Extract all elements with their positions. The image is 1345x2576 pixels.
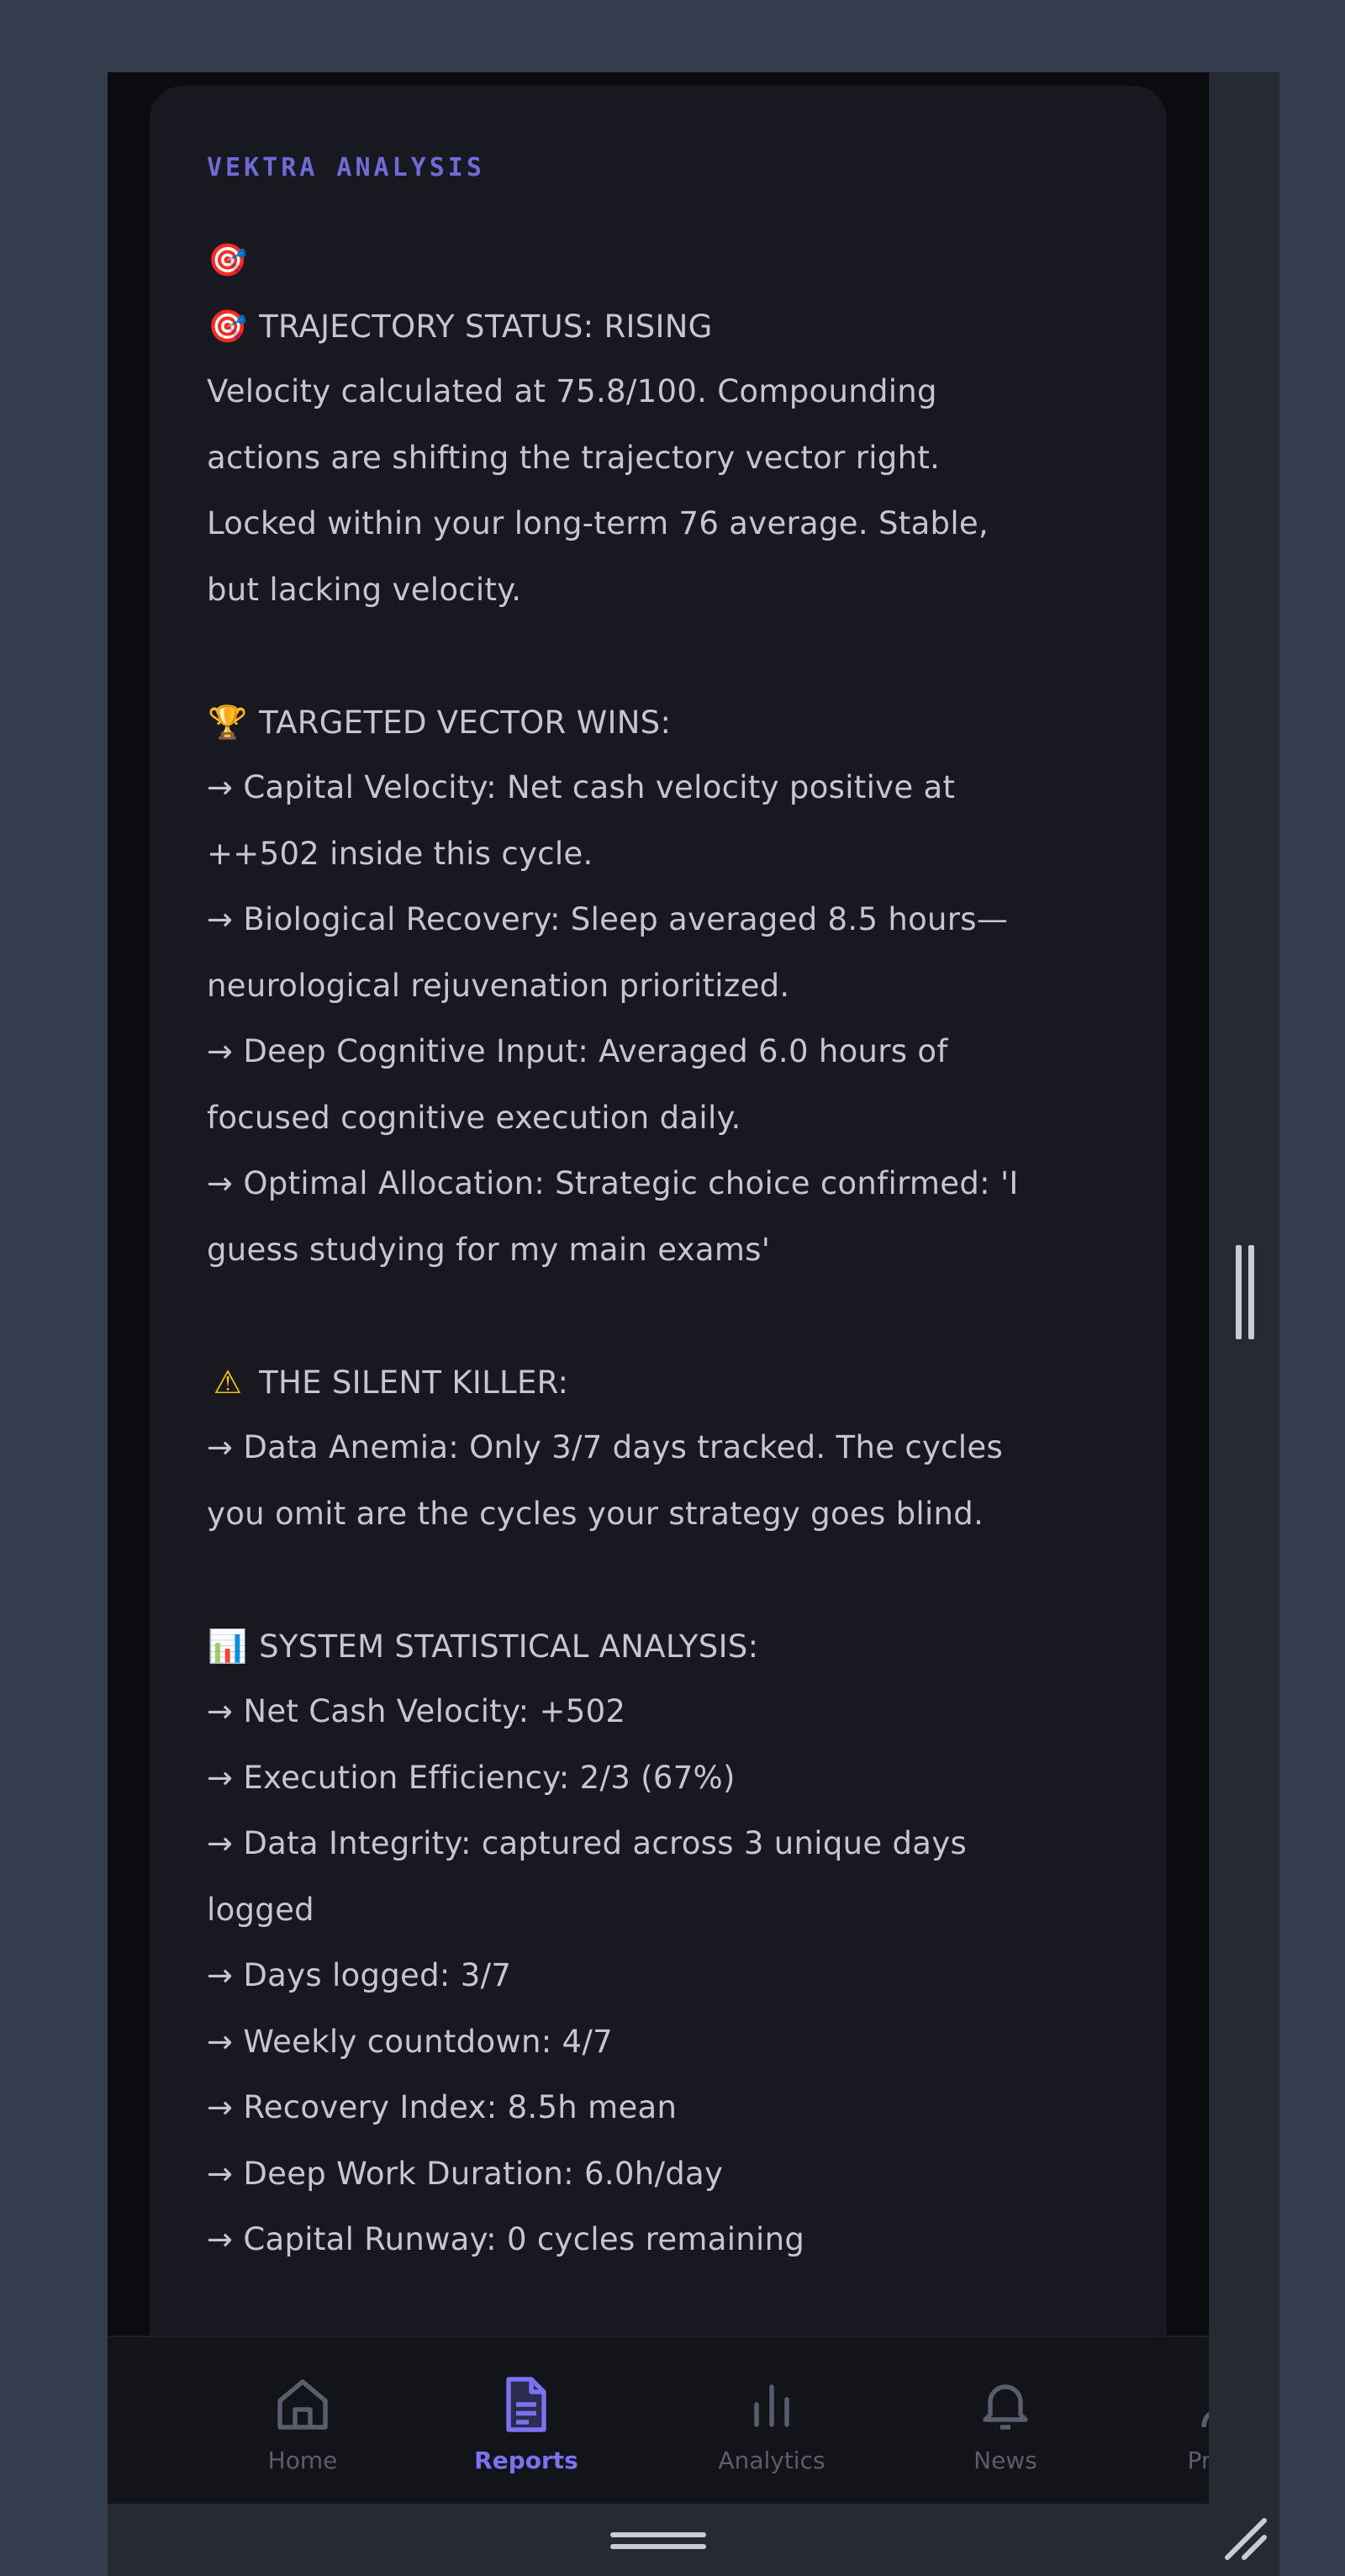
content-line: Locked within your long-term 76 average.… [207, 491, 1115, 557]
content-text: Locked within your long-term 76 average.… [207, 505, 989, 541]
resize-corner-icon[interactable] [1221, 2514, 1271, 2564]
content-line: focused cognitive execution daily. [207, 1085, 1115, 1152]
content-text: → Capital Runway: 0 cycles remaining [207, 2221, 805, 2257]
document-icon [506, 2377, 546, 2432]
bar-chart-icon [754, 2384, 789, 2427]
content-text: guess studying for my main exams' [207, 1231, 771, 1268]
content-line: Velocity calculated at 75.8/100. Compoun… [207, 359, 1115, 425]
content-line: → Biological Recovery: Sleep averaged 8.… [207, 887, 1115, 953]
content-text: focused cognitive execution daily. [207, 1099, 741, 1136]
content-line: → Data Anemia: Only 3/7 days tracked. Th… [207, 1415, 1115, 1481]
content-line: → Recovery Index: 8.5h mean [207, 2075, 1115, 2141]
content-line: → Deep Cognitive Input: Averaged 6.0 hou… [207, 1019, 1115, 1085]
warning-icon: ⚠ [213, 1363, 243, 1401]
content-line: 🏆 TARGETED VECTOR WINS: [207, 689, 1115, 756]
trophy-icon: 🏆 [208, 703, 248, 741]
content-line: → Execution Efficiency: 2/3 (67%) [207, 1745, 1115, 1812]
background-strip [1279, 72, 1345, 2576]
drag-handle-icon[interactable] [610, 2532, 706, 2551]
content-line: → Capital Runway: 0 cycles remaining [207, 2207, 1115, 2273]
content-line: ++502 inside this cycle. [207, 821, 1115, 888]
nav-profile-label: Profile [1187, 2447, 1209, 2474]
side-resize-rail[interactable] [1209, 72, 1279, 2576]
content-line: → Data Integrity: captured across 3 uniq… [207, 1811, 1115, 1877]
content-text: → Data Anemia: Only 3/7 days tracked. Th… [207, 1429, 1004, 1465]
nav-news[interactable]: News [930, 2337, 1081, 2505]
analysis-card: VEKTRA ANALYSIS 🎯 🎯 TRAJECTORY STATUS: RI… [150, 86, 1167, 2373]
content-line: → Days logged: 3/7 [207, 1943, 1115, 2009]
content-line: → Optimal Allocation: Strategic choice c… [207, 1151, 1115, 1217]
bell-icon [983, 2384, 1028, 2430]
content-text: but lacking velocity. [207, 571, 522, 608]
content-text: → Weekly countdown: 4/7 [207, 2023, 613, 2060]
nav-reports[interactable]: Reports [451, 2337, 602, 2505]
section-heading: THE SILENT KILLER: [259, 1364, 569, 1401]
content-text: you omit are the cycles your strategy go… [207, 1495, 984, 1532]
content-text: actions are shifting the trajectory vect… [207, 439, 941, 476]
nav-reports-label: Reports [474, 2447, 578, 2474]
bottom-navigation: Home Reports Analytics News Pr [108, 2336, 1209, 2505]
content-line: → Weekly countdown: 4/7 [207, 2009, 1115, 2076]
bottom-drag-handle-bar[interactable] [108, 2504, 1209, 2576]
target-icon: 🎯 [208, 307, 248, 345]
content-text: neurological rejuvenation prioritized. [207, 967, 790, 1004]
content-text: → Biological Recovery: Sleep averaged 8.… [207, 901, 1009, 937]
home-icon [277, 2379, 328, 2430]
content-text: → Days logged: 3/7 [207, 1957, 512, 1993]
content-line: → Capital Velocity: Net cash velocity po… [207, 755, 1115, 821]
section-heading: TRAJECTORY STATUS: RISING [259, 308, 713, 345]
user-icon [1201, 2411, 1209, 2428]
bar-chart-icon: 📊 [208, 1627, 248, 1665]
vertical-grip-icon[interactable] [1236, 1245, 1256, 1339]
content-line: 🎯 TRAJECTORY STATUS: RISING [207, 293, 1115, 360]
content-text: Velocity calculated at 75.8/100. Compoun… [207, 373, 937, 409]
analysis-content: 🎯 🎯 TRAJECTORY STATUS: RISING Velocity cal… [207, 227, 1115, 2273]
section-heading: TARGETED VECTOR WINS: [259, 704, 672, 741]
content-line: but lacking velocity. [207, 557, 1115, 624]
content-text: → Deep Cognitive Input: Averaged 6.0 hou… [207, 1033, 948, 1069]
content-text: → Net Cash Velocity: +502 [207, 1693, 626, 1729]
content-line: ⚠ THE SILENT KILLER: [207, 1349, 1115, 1416]
nav-home-label: Home [267, 2447, 338, 2474]
nav-analytics[interactable]: Analytics [696, 2337, 847, 2505]
content-line: you omit are the cycles your strategy go… [207, 1481, 1115, 1548]
nav-analytics-label: Analytics [718, 2447, 825, 2474]
content-text: → Execution Efficiency: 2/3 (67%) [207, 1759, 736, 1796]
content-line: 🎯 [207, 227, 1115, 293]
section-heading: SYSTEM STATISTICAL ANALYSIS: [259, 1628, 759, 1665]
content-line: → Deep Work Duration: 6.0h/day [207, 2141, 1115, 2208]
nav-home[interactable]: Home [227, 2337, 378, 2505]
target-icon: 🎯 [208, 241, 248, 278]
nav-profile[interactable]: Profile [1148, 2337, 1209, 2505]
content-text: ++502 inside this cycle. [207, 835, 593, 872]
content-text: → Capital Velocity: Net cash velocity po… [207, 769, 956, 805]
content-text: logged [207, 1891, 314, 1928]
content-line: → Net Cash Velocity: +502 [207, 1679, 1115, 1745]
content-line: logged [207, 1877, 1115, 1944]
nav-news-label: News [973, 2447, 1037, 2474]
content-text: → Recovery Index: 8.5h mean [207, 2089, 678, 2125]
card-header: VEKTRA ANALYSIS [207, 153, 485, 182]
phone-screen: VEKTRA ANALYSIS 🎯 🎯 TRAJECTORY STATUS: RI… [108, 72, 1209, 2576]
content-text: → Optimal Allocation: Strategic choice c… [207, 1165, 1019, 1201]
content-line: guess studying for my main exams' [207, 1217, 1115, 1284]
content-text: → Data Integrity: captured across 3 uniq… [207, 1825, 968, 1861]
content-line: actions are shifting the trajectory vect… [207, 425, 1115, 492]
content-text: → Deep Work Duration: 6.0h/day [207, 2155, 724, 2192]
content-line: 📊 SYSTEM STATISTICAL ANALYSIS: [207, 1613, 1115, 1680]
content-line: neurological rejuvenation prioritized. [207, 953, 1115, 1020]
